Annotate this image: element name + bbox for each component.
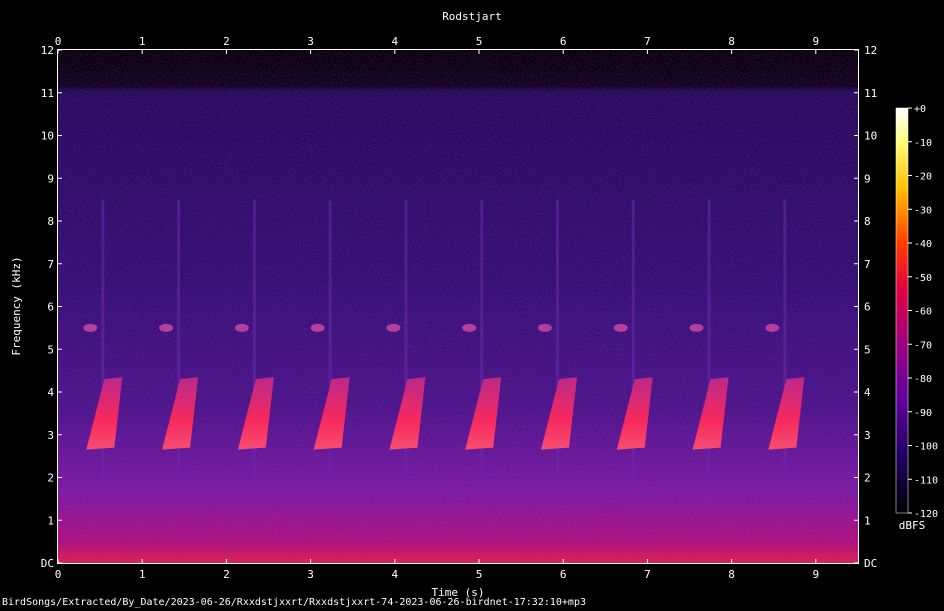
colorbar-tick-label: -50	[914, 273, 932, 284]
y-tick-label-left: 10	[41, 130, 54, 143]
colorbar-tick-label: -110	[914, 475, 938, 486]
colorbar-tick-label: -60	[914, 307, 932, 318]
x-tick-label-top: 4	[391, 35, 398, 48]
x-tick-label-bottom: 2	[223, 568, 230, 581]
x-tick-label-top: 2	[223, 35, 230, 48]
y-tick-label-left: 7	[47, 258, 54, 271]
song-event-onset	[310, 323, 325, 332]
x-tick-label-bottom: 3	[307, 568, 314, 581]
y-tick-label-right: 1	[864, 514, 871, 527]
x-tick-label-top: 3	[307, 35, 314, 48]
x-tick-label-top: 6	[560, 35, 567, 48]
y-tick-label-right: 8	[864, 215, 871, 228]
y-tick-label-right: 3	[864, 429, 871, 442]
y-tick-label-right: 5	[864, 343, 871, 356]
y-tick-label-right: 9	[864, 172, 871, 185]
x-tick-label-bottom: 5	[476, 568, 483, 581]
y-tick-label-left: 8	[47, 215, 54, 228]
x-tick-label-bottom: 7	[644, 568, 651, 581]
spectrogram-chart: Rodstjart 0123456789 0123456789 DC123456…	[10, 10, 938, 599]
colorbar-label: dBFS	[899, 519, 926, 532]
colorbar-tick-label: -10	[914, 138, 932, 149]
x-tick-label-top: 1	[139, 35, 146, 48]
y-tick-label-right: 4	[864, 386, 871, 399]
y-tick-label-left: 5	[47, 343, 54, 356]
y-tick-label-right: 2	[864, 472, 871, 485]
y-tick-label-left: 2	[47, 472, 54, 485]
x-tick-label-bottom: 4	[391, 568, 398, 581]
y-tick-label-right: 7	[864, 258, 871, 271]
x-tick-label-top: 8	[728, 35, 735, 48]
y-tick-label-right: 12	[864, 44, 877, 57]
y-tick-label-right: 11	[864, 87, 877, 100]
x-tick-label-top: 9	[812, 35, 819, 48]
colorbar-tick-label: +0	[914, 104, 926, 115]
song-event-onset	[537, 323, 552, 332]
y-tick-label-left: 9	[47, 172, 54, 185]
colorbar-tick-label: -100	[914, 442, 938, 453]
y-tick-label-right: DC	[864, 557, 877, 570]
colorbar-tick-label: -90	[914, 408, 932, 419]
song-event-onset	[765, 323, 780, 332]
song-event-onset	[462, 323, 477, 332]
x-tick-label-bottom: 1	[139, 568, 146, 581]
colorbar-tick-label: -80	[914, 374, 932, 385]
file-path: BirdSongs/Extracted/By_Date/2023-06-26/R…	[2, 597, 586, 608]
y-tick-label-left: 4	[47, 386, 54, 399]
y-axis-label: Frequency (kHz)	[10, 256, 23, 355]
y-tick-label-left: 1	[47, 514, 54, 527]
x-tick-label-top: 0	[55, 35, 62, 48]
colorbar-tick-label: -40	[914, 239, 932, 250]
y-tick-label-left: 12	[41, 44, 54, 57]
y-tick-label-left: 11	[41, 87, 54, 100]
song-event-onset	[159, 323, 174, 332]
colorbar-tick-label: -70	[914, 340, 932, 351]
y-tick-label-right: 6	[864, 301, 871, 314]
y-tick-label-right: 10	[864, 130, 877, 143]
song-event-onset	[83, 323, 98, 332]
x-tick-label-top: 7	[644, 35, 651, 48]
x-tick-label-bottom: 0	[55, 568, 62, 581]
song-event-onset	[689, 323, 704, 332]
plot-area	[57, 49, 859, 564]
x-tick-label-bottom: 6	[560, 568, 567, 581]
colorbar-gradient	[895, 107, 909, 514]
colorbar-tick-label: -30	[914, 205, 932, 216]
y-tick-label-left: DC	[41, 557, 54, 570]
y-tick-label-left: 6	[47, 301, 54, 314]
colorbar: +0-10-20-30-40-50-60-70-80-90-100-110-12…	[895, 104, 938, 532]
x-tick-label-bottom: 8	[728, 568, 735, 581]
x-tick-label-bottom: 9	[812, 568, 819, 581]
colorbar-ticks: +0-10-20-30-40-50-60-70-80-90-100-110-12…	[908, 104, 938, 520]
song-event-onset	[234, 323, 249, 332]
y-tick-label-left: 3	[47, 429, 54, 442]
x-tick-label-top: 5	[476, 35, 483, 48]
chart-title: Rodstjart	[442, 10, 502, 23]
song-event-onset	[613, 323, 628, 332]
colorbar-tick-label: -20	[914, 172, 932, 183]
song-event-onset	[386, 323, 401, 332]
